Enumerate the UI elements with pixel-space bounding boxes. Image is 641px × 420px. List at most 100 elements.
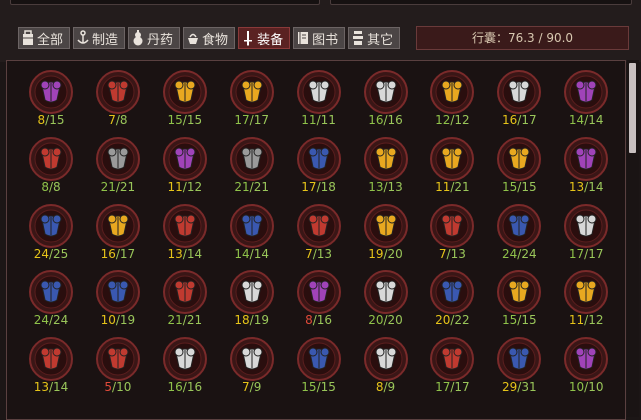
inventory-slot[interactable]: 8/15 — [22, 68, 80, 130]
durability-max: 17 — [253, 113, 269, 127]
inventory-slot[interactable]: 21/21 — [223, 135, 281, 197]
durability-current: 11 — [568, 313, 585, 328]
bag-icon — [22, 30, 34, 46]
tab-equipment[interactable]: 装备 — [238, 27, 291, 49]
inventory-slot[interactable]: 13/14 — [22, 335, 80, 397]
durability-count: 20/20 — [357, 313, 415, 327]
inventory-slot[interactable]: 24/24 — [490, 202, 548, 264]
durability-count: 10/19 — [89, 313, 147, 327]
durability-count: 7/13 — [290, 247, 348, 261]
tab-books[interactable]: 图书 — [293, 27, 346, 49]
armor-icon — [497, 70, 542, 114]
armor-icon — [430, 337, 475, 382]
inventory-slot[interactable]: 17/17 — [557, 202, 615, 264]
inventory-slot[interactable]: 17/17 — [423, 335, 481, 397]
armor-icon — [229, 203, 274, 248]
inventory-slot[interactable]: 21/21 — [156, 268, 214, 330]
tab-all[interactable]: 全部 — [18, 27, 71, 49]
inventory-slot[interactable]: 7/8 — [89, 68, 147, 130]
durability-current: 15 — [301, 380, 317, 395]
tab-label: 全部 — [37, 32, 64, 48]
armor-icon — [29, 70, 73, 114]
durability-current: 13 — [368, 179, 384, 194]
bag-capacity: 行囊：76.3 / 90.0 — [416, 26, 629, 50]
inventory-slot[interactable]: 17/18 — [290, 135, 348, 197]
armor-icon — [430, 70, 475, 114]
tab-misc[interactable]: 其它 — [348, 27, 401, 49]
durability-max: 14 — [253, 246, 269, 261]
inventory-slot[interactable]: 13/14 — [156, 202, 214, 264]
inventory-slot[interactable]: 20/20 — [357, 268, 415, 330]
inventory-slot[interactable]: 16/16 — [156, 335, 214, 397]
durability-max: 15 — [521, 313, 537, 328]
durability-current: 18 — [234, 313, 250, 328]
inventory-slot[interactable]: 8/16 — [290, 268, 348, 330]
inventory-slot[interactable]: 16/17 — [490, 68, 548, 130]
durability-current: 24 — [501, 246, 518, 261]
inventory-slot[interactable]: 11/21 — [423, 135, 481, 197]
armor-icon — [29, 136, 73, 181]
durability-current: 21 — [234, 179, 250, 194]
durability-count: 11/12 — [156, 180, 214, 194]
inventory-slot[interactable]: 7/13 — [290, 202, 348, 264]
tab-crafting[interactable]: 制造 — [73, 27, 126, 49]
inventory-slot[interactable]: 15/15 — [156, 68, 214, 130]
durability-current: 16 — [100, 246, 116, 261]
durability-current: 15 — [501, 313, 518, 328]
armor-icon — [296, 337, 341, 382]
inventory-slot[interactable]: 14/14 — [223, 202, 281, 264]
inventory-slot[interactable]: 10/19 — [89, 268, 147, 330]
inventory-slot[interactable]: 5/10 — [89, 335, 147, 397]
durability-max: 13 — [316, 246, 333, 261]
inventory-slot[interactable]: 20/22 — [423, 268, 481, 330]
durability-count: 5/10 — [89, 380, 147, 394]
durability-max: 16 — [387, 113, 403, 127]
inventory-slot[interactable]: 29/31 — [490, 335, 548, 397]
armor-icon — [229, 70, 274, 114]
inventory-slot[interactable]: 24/25 — [22, 202, 80, 264]
inventory-slot[interactable]: 8/9 — [357, 335, 415, 397]
inventory-slot[interactable]: 12/12 — [423, 68, 481, 130]
durability-max: 18 — [320, 179, 336, 194]
durability-count: 17/17 — [557, 247, 615, 261]
inventory-slot[interactable]: 16/17 — [89, 202, 147, 264]
armor-icon — [430, 270, 475, 315]
inventory-scrollbar[interactable] — [627, 60, 639, 417]
durability-count: 17/17 — [223, 113, 281, 127]
inventory-slot[interactable]: 14/14 — [557, 68, 615, 130]
durability-current: 24 — [33, 313, 49, 328]
durability-max: 21 — [119, 179, 136, 194]
scrollbar-thumb[interactable] — [629, 63, 636, 153]
durability-current: 7 — [242, 380, 250, 395]
inventory-slot[interactable]: 19/20 — [357, 202, 415, 264]
inventory-slot[interactable]: 10/10 — [557, 335, 615, 397]
inventory-slot[interactable]: 15/15 — [290, 335, 348, 397]
durability-count: 15/15 — [290, 380, 348, 394]
tab-food[interactable]: 食物 — [183, 27, 236, 49]
inventory-slot[interactable]: 13/14 — [557, 135, 615, 197]
durability-current: 24 — [33, 246, 49, 261]
inventory-slot[interactable]: 21/21 — [89, 135, 147, 197]
inventory-slot[interactable]: 11/12 — [557, 268, 615, 330]
durability-count: 8/9 — [357, 380, 415, 394]
inventory-slot[interactable]: 8/8 — [22, 135, 80, 197]
durability-max: 24 — [521, 246, 537, 261]
durability-current: 14 — [234, 246, 250, 261]
tab-pills[interactable]: 丹药 — [128, 27, 181, 49]
inventory-slot[interactable]: 7/13 — [423, 202, 481, 264]
inventory-slot[interactable]: 17/17 — [223, 68, 281, 130]
armor-icon — [363, 136, 408, 181]
inventory-slot[interactable]: 24/24 — [22, 268, 80, 330]
inventory-slot[interactable]: 15/15 — [490, 135, 548, 197]
inventory-slot[interactable]: 7/9 — [223, 335, 281, 397]
durability-count: 8/15 — [22, 113, 80, 127]
inventory-slot[interactable]: 13/13 — [357, 135, 415, 197]
inventory-slot[interactable]: 18/19 — [223, 268, 281, 330]
inventory-slot[interactable]: 11/11 — [290, 68, 348, 130]
durability-count: 15/15 — [490, 313, 548, 327]
inventory-slot[interactable]: 15/15 — [490, 268, 548, 330]
armor-icon — [229, 270, 274, 315]
durability-current: 10 — [100, 313, 116, 328]
inventory-slot[interactable]: 11/12 — [156, 135, 214, 197]
inventory-slot[interactable]: 16/16 — [357, 68, 415, 130]
